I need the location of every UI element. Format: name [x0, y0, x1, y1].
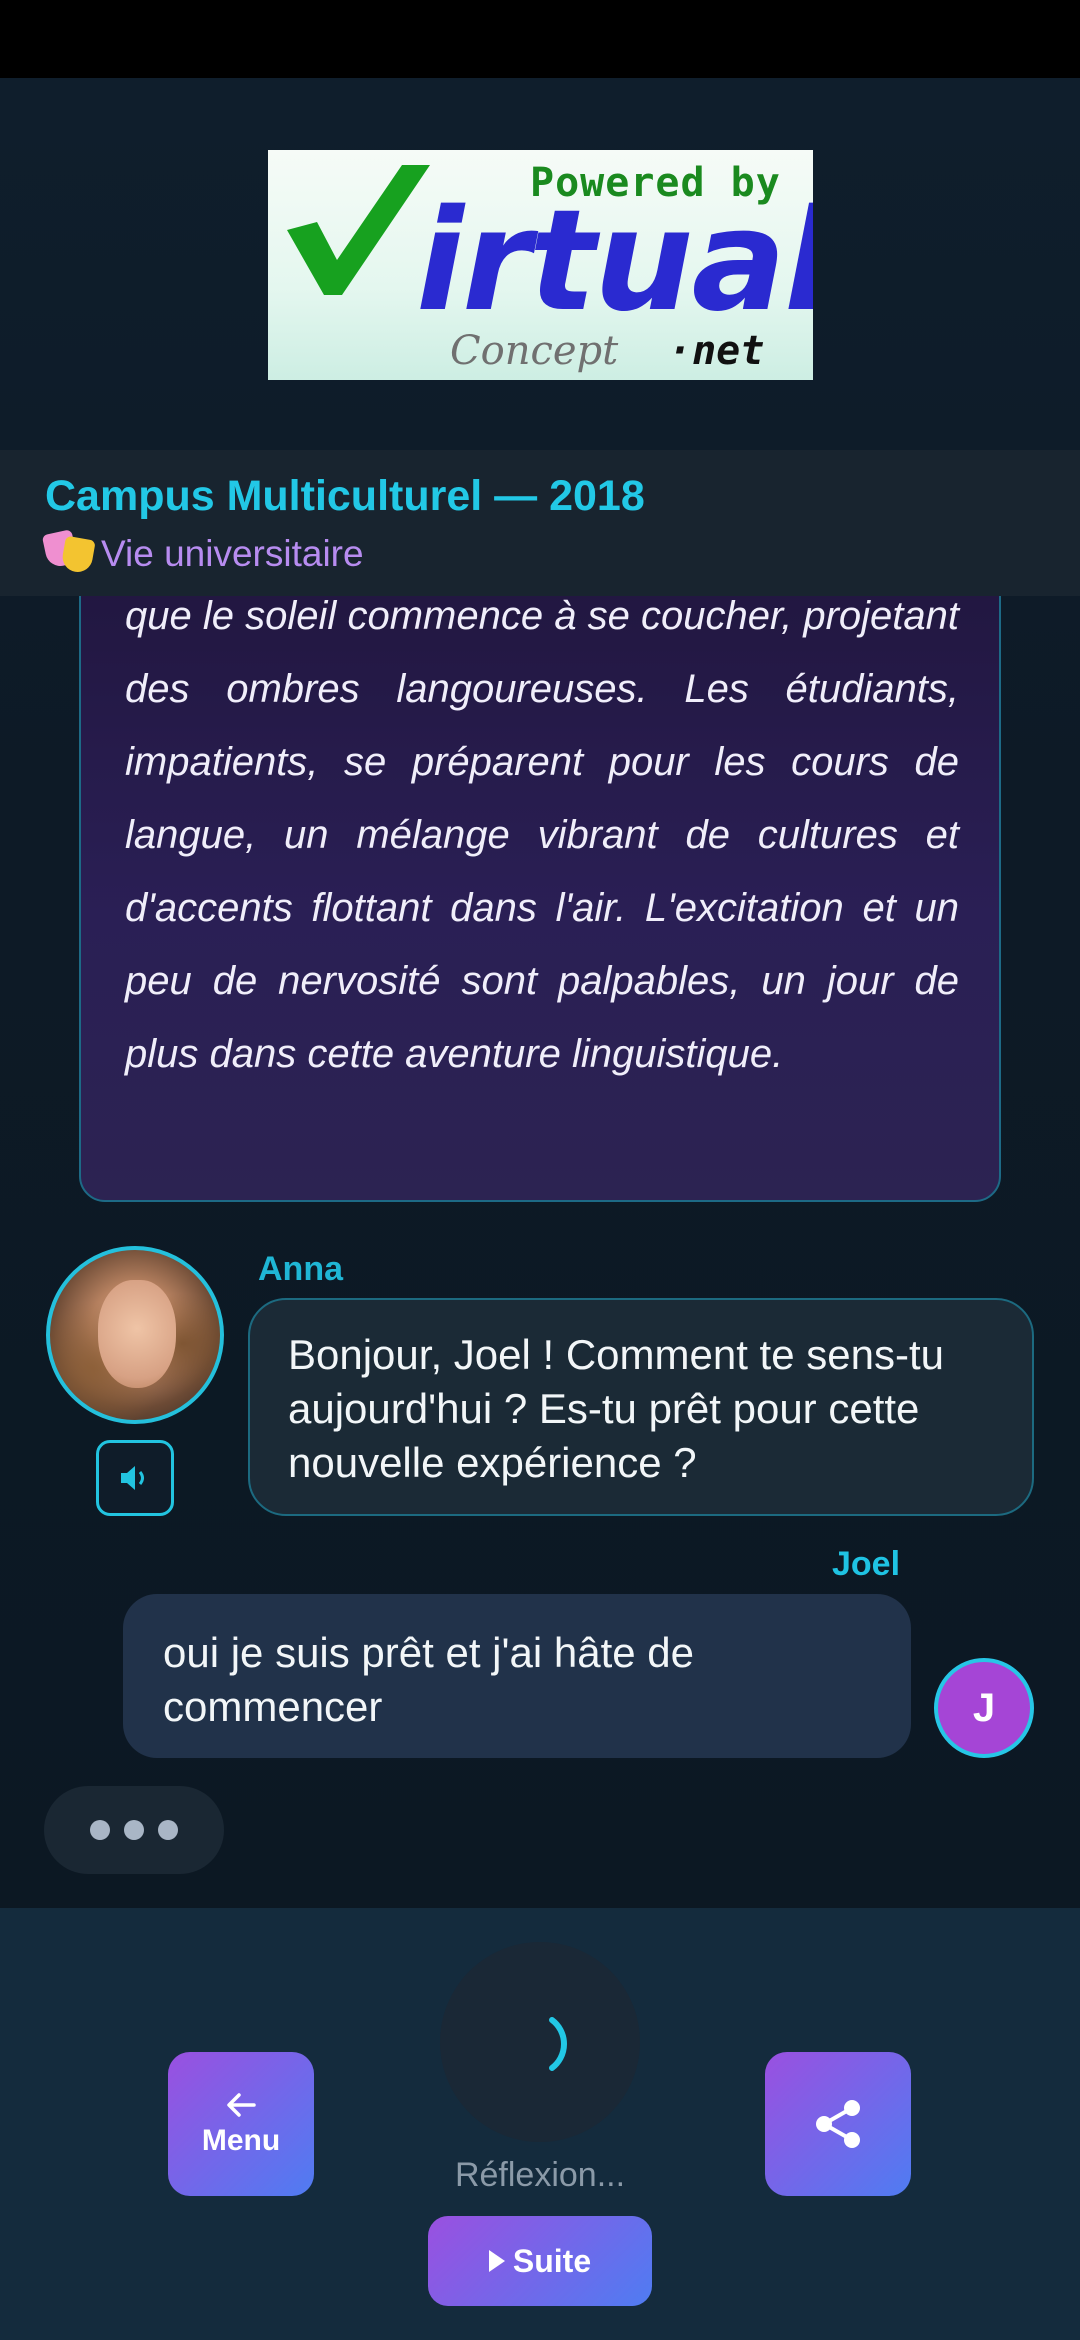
sponsor-logo: Powered by irtual Concept ·net: [268, 150, 813, 380]
message-text-joel: oui je suis prêt et j'ai hâte de commenc…: [163, 1629, 695, 1730]
scene-subtitle-label: Vie universitaire: [101, 533, 364, 574]
logo-brand-concept: Concept: [450, 328, 619, 374]
narration-card: que le soleil commence à se coucher, pro…: [79, 560, 1001, 1202]
share-icon: [816, 2100, 860, 2148]
theater-masks-icon: [41, 529, 97, 575]
message-text-anna: Bonjour, Joel ! Comment te sens-tu aujou…: [288, 1331, 944, 1486]
play-audio-button[interactable]: [96, 1440, 174, 1516]
avatar-anna: [46, 1246, 224, 1424]
status-bar: [0, 0, 1080, 78]
spinner-icon: [549, 2017, 567, 2071]
message-bubble-anna: Bonjour, Joel ! Comment te sens-tu aujou…: [248, 1298, 1034, 1516]
sender-name-anna: Anna: [258, 1250, 343, 1288]
message-bubble-joel: oui je suis prêt et j'ai hâte de commenc…: [123, 1594, 911, 1758]
menu-button-label: Menu: [201, 2124, 281, 2157]
play-icon: [488, 2250, 505, 2272]
next-button[interactable]: Suite: [428, 2216, 652, 2306]
sender-name-joel: Joel: [832, 1545, 901, 1583]
menu-button[interactable]: Menu: [168, 2052, 314, 2196]
avatar-joel: J: [934, 1658, 1034, 1758]
typing-dot: [158, 1820, 178, 1840]
speaker-icon: [121, 1466, 144, 1490]
narration-text: que le soleil commence à se coucher, pro…: [125, 594, 959, 1076]
typing-dot: [90, 1820, 110, 1840]
logo-brand-main: irtual: [416, 180, 813, 343]
thinking-status: Réflexion...: [454, 2156, 626, 2194]
next-button-label: Suite: [512, 2242, 592, 2279]
scene-subtitle: Vie universitaire: [41, 529, 364, 575]
page-title: Campus Multiculturel — 2018: [45, 472, 645, 520]
arrow-left-icon: [227, 2093, 256, 2117]
share-button[interactable]: [765, 2052, 911, 2196]
checkmark-logo-icon: [287, 165, 430, 295]
scene-header: Campus Multiculturel — 2018 Vie universi…: [0, 450, 1080, 596]
typing-dot: [124, 1820, 144, 1840]
typing-indicator: [44, 1786, 224, 1874]
loading-indicator: [440, 1942, 640, 2142]
logo-brand-net: ·net: [668, 328, 765, 374]
